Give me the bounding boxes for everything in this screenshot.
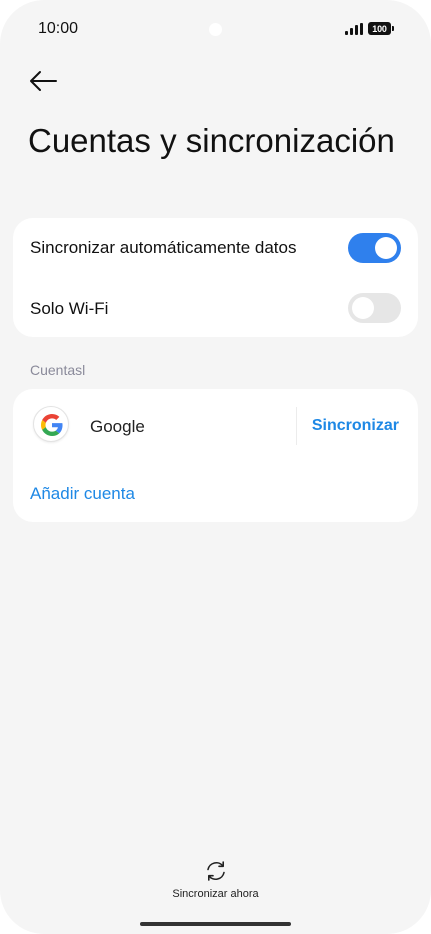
sync-settings-card: Sincronizar automáticamente datos Solo W…: [13, 218, 418, 337]
wifi-only-label: Solo Wi-Fi: [30, 299, 109, 318]
back-button[interactable]: [27, 66, 59, 96]
phone-screen: 10:00 100 Cuentas y sincronización Sincr…: [0, 0, 431, 934]
signal-icon: [345, 23, 363, 35]
page-title: Cuentas y sincronización: [28, 122, 395, 159]
google-logo-icon: [33, 406, 69, 442]
camera-cutout: [209, 23, 222, 36]
sync-icon: [206, 861, 225, 881]
sync-now-label: Sincronizar ahora: [172, 888, 259, 900]
toggle-knob: [352, 297, 374, 319]
toggle-knob: [375, 237, 397, 259]
auto-sync-label: Sincronizar automáticamente datos: [30, 238, 297, 257]
accounts-section-label: Cuentasl: [30, 362, 86, 378]
account-name: Google: [90, 417, 145, 436]
arrow-left-icon: [30, 71, 57, 91]
accounts-card: Google Sincronizar Añadir cuenta: [13, 389, 418, 522]
sync-account-button[interactable]: Sincronizar: [312, 417, 399, 435]
sync-now-button[interactable]: Sincronizar ahora: [0, 858, 431, 900]
home-indicator[interactable]: [140, 922, 291, 926]
divider: [296, 407, 297, 445]
add-account-button[interactable]: Añadir cuenta: [30, 484, 135, 504]
battery-level: 100: [372, 23, 387, 34]
auto-sync-toggle[interactable]: [348, 233, 401, 263]
wifi-only-toggle[interactable]: [348, 293, 401, 323]
battery-icon: 100: [368, 22, 394, 35]
status-time: 10:00: [38, 20, 79, 37]
